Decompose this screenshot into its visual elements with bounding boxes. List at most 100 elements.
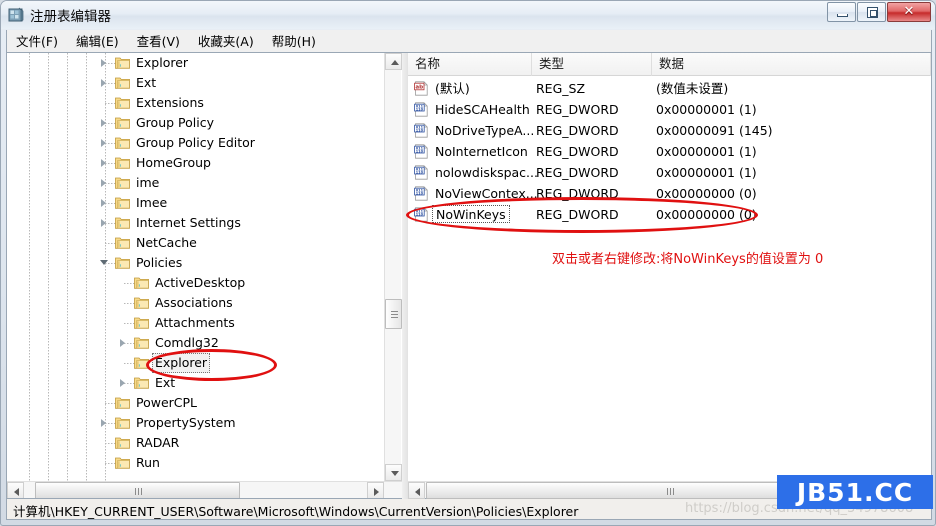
registry-tree-pane[interactable]: Explorer Ext Extensions Group Policy Group P… xyxy=(7,53,402,498)
tree-item-label: Attachments xyxy=(155,315,235,330)
svg-text:110: 110 xyxy=(416,150,424,154)
tree-item-run[interactable]: Run xyxy=(7,453,384,473)
tree-scroll-right-button[interactable] xyxy=(367,482,384,498)
value-data: 0x00000091 (145) xyxy=(656,123,773,138)
registry-values-pane[interactable]: 名称 类型 数据 ab (默认) REG_SZ (数值未设置) 011 110 HideSCAH… xyxy=(408,53,931,499)
folder-icon xyxy=(115,217,130,229)
expand-arrow-icon[interactable] xyxy=(100,413,110,433)
tree-item-label: Run xyxy=(136,455,160,470)
expand-arrow-icon[interactable] xyxy=(100,53,110,73)
tree-item-label: Policies xyxy=(136,255,183,270)
tree-item-label: Ext xyxy=(155,375,176,390)
value-name: (默认) xyxy=(435,81,470,96)
expand-arrow-icon[interactable] xyxy=(100,173,110,193)
tree-item-propertysystem[interactable]: PropertySystem xyxy=(7,413,384,433)
table-row[interactable]: ab (默认) REG_SZ (数值未设置) xyxy=(408,78,931,99)
folder-icon xyxy=(115,77,130,89)
site-watermark-label: JB51.CC xyxy=(796,477,914,507)
tree-item-ext[interactable]: Ext xyxy=(7,73,384,93)
expand-arrow-icon[interactable] xyxy=(100,193,110,213)
tree-horizontal-scrollbar[interactable] xyxy=(7,481,402,498)
tree-item-powercpl[interactable]: PowerCPL xyxy=(7,393,384,413)
table-row[interactable]: 011 110 NoDriveTypeA... REG_DWORD 0x00000091… xyxy=(408,120,931,141)
folder-icon xyxy=(115,237,130,249)
tree-item-label: Group Policy xyxy=(136,115,214,130)
expand-arrow-icon[interactable] xyxy=(100,133,110,153)
table-row[interactable]: 011 110 nolowdiskspac... REG_DWORD 0x0000000… xyxy=(408,162,931,183)
tree-scroll-thumb[interactable] xyxy=(385,299,402,329)
expand-arrow-icon[interactable] xyxy=(100,213,110,233)
tree-item-policies[interactable]: Policies xyxy=(7,253,384,273)
table-row[interactable]: 011 110 NoViewContex... REG_DWORD 0x00000000… xyxy=(408,183,931,204)
folder-icon xyxy=(115,197,130,209)
annotation-text: 双击或者右键修改:将NoWinKeys的值设置为 0 xyxy=(552,252,824,267)
value-type: REG_DWORD xyxy=(536,165,619,180)
value-type: REG_DWORD xyxy=(536,123,619,138)
value-type: REG_DWORD xyxy=(536,102,619,117)
tree-item-imee[interactable]: Imee xyxy=(7,193,384,213)
minimize-button[interactable] xyxy=(827,2,856,22)
menu-item-2[interactable]: 编辑(E) xyxy=(67,32,128,51)
value-name: NoInternetIcon xyxy=(435,144,528,159)
expand-arrow-icon[interactable] xyxy=(119,333,129,353)
chevron-down-icon xyxy=(391,471,399,476)
folder-icon xyxy=(115,437,130,449)
expand-arrow-icon[interactable] xyxy=(100,73,110,93)
tree-item-label: Comdlg32 xyxy=(155,335,219,350)
maximize-button[interactable] xyxy=(857,2,886,22)
tree-scroll-up-button[interactable] xyxy=(385,53,402,70)
tree-hscroll-thumb[interactable] xyxy=(35,482,240,498)
collapse-arrow-icon[interactable] xyxy=(100,253,110,273)
column-header-2[interactable]: 类型 xyxy=(532,53,652,76)
tree-vertical-scrollbar[interactable] xyxy=(384,53,402,481)
folder-icon xyxy=(134,277,149,289)
tree-item-label: PropertySystem xyxy=(136,415,236,430)
tree-item-attachments[interactable]: Attachments xyxy=(7,313,384,333)
tree-item-explorer[interactable]: Explorer xyxy=(7,53,384,73)
chevron-left-icon xyxy=(415,488,420,496)
dword-value-icon: 011110 xyxy=(414,123,428,138)
tree-item-radar[interactable]: RADAR xyxy=(7,433,384,453)
tree-item-ime[interactable]: ime xyxy=(7,173,384,193)
tree-item-activedesktop[interactable]: ActiveDesktop xyxy=(7,273,384,293)
list-column-headers[interactable]: 名称 类型 数据 xyxy=(408,53,931,76)
tree-item-group-policy[interactable]: Group Policy xyxy=(7,113,384,133)
value-name: NoWinKeys xyxy=(432,205,510,223)
tree-item-extensions[interactable]: Extensions xyxy=(7,93,384,113)
tree-item-internet-settings[interactable]: Internet Settings xyxy=(7,213,384,233)
expand-arrow-icon[interactable] xyxy=(100,113,110,133)
column-header-3[interactable]: 数据 xyxy=(652,53,931,76)
close-button[interactable]: ✕ xyxy=(887,2,931,22)
menu-bar: 文件(F) 编辑(E) 查看(V) 收藏夹(A) 帮助(H) xyxy=(6,30,932,52)
expand-arrow-icon[interactable] xyxy=(119,373,129,393)
column-header-1[interactable]: 名称 xyxy=(408,53,532,76)
tree-item-ext[interactable]: Ext xyxy=(7,373,384,393)
table-row[interactable]: 011 110 NoWinKeys REG_DWORD 0x00000000 (0) xyxy=(408,204,931,225)
folder-icon xyxy=(115,257,130,269)
table-row[interactable]: 011 110 HideSCAHealth REG_DWORD 0x00000001 (… xyxy=(408,99,931,120)
tree-item-comdlg32[interactable]: Comdlg32 xyxy=(7,333,384,353)
menu-item-3[interactable]: 查看(V) xyxy=(128,32,189,51)
folder-icon xyxy=(115,157,130,169)
menu-item-5[interactable]: 帮助(H) xyxy=(263,32,325,51)
table-row[interactable]: 011 110 NoInternetIcon REG_DWORD 0x00000001 … xyxy=(408,141,931,162)
expand-arrow-icon[interactable] xyxy=(100,153,110,173)
menu-item-1[interactable]: 文件(F) xyxy=(7,32,67,51)
tree-item-associations[interactable]: Associations xyxy=(7,293,384,313)
tree-item-homegroup[interactable]: HomeGroup xyxy=(7,153,384,173)
chevron-up-icon xyxy=(391,60,399,65)
tree-item-netcache[interactable]: NetCache xyxy=(7,233,384,253)
tree-scroll-down-button[interactable] xyxy=(385,464,402,481)
list-scroll-left-button[interactable] xyxy=(408,482,425,499)
tree-item-group-policy-editor[interactable]: Group Policy Editor xyxy=(7,133,384,153)
main-content: Explorer Ext Extensions Group Policy Group P… xyxy=(6,52,932,500)
menu-item-4[interactable]: 收藏夹(A) xyxy=(189,32,263,51)
tree-item-explorer[interactable]: Explorer xyxy=(7,353,384,373)
registry-tree[interactable]: Explorer Ext Extensions Group Policy Group P… xyxy=(7,53,384,481)
tree-scroll-left-button[interactable] xyxy=(7,482,24,498)
value-data: 0x00000000 (0) xyxy=(656,207,757,222)
title-bar[interactable]: 注册表编辑器 ✕ xyxy=(1,1,935,29)
dword-value-icon: 011110 xyxy=(414,144,428,159)
site-watermark-badge: JB51.CC xyxy=(777,475,933,509)
tree-item-label: HomeGroup xyxy=(136,155,211,170)
